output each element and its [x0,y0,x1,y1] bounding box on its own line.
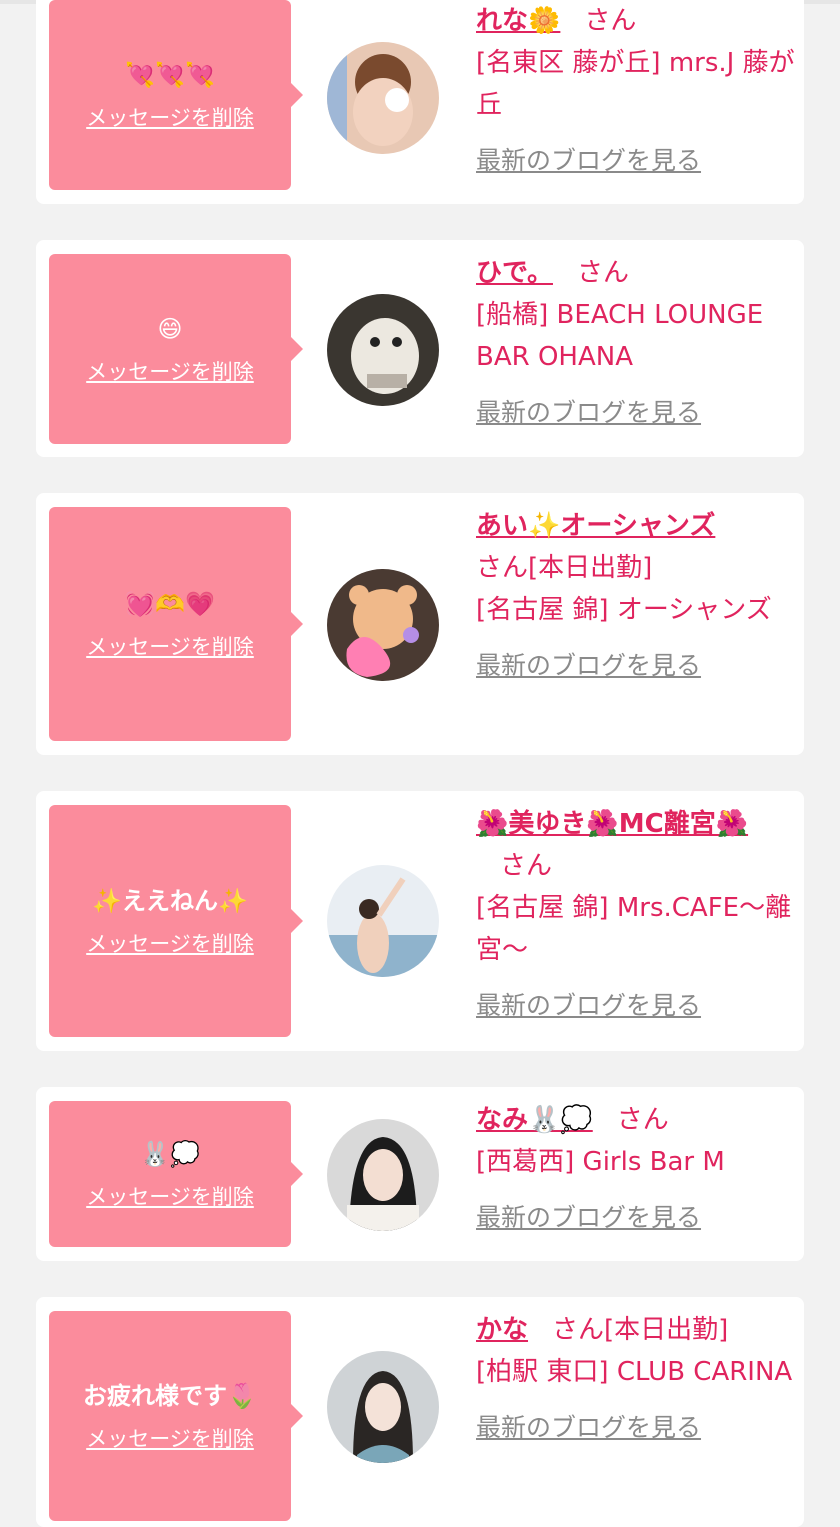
avatar[interactable] [327,865,439,977]
delete-message-link[interactable]: メッセージを削除 [86,102,254,132]
honorific: さん [584,6,637,36]
shop-text: [名古屋 錦] オーシャンズ [476,595,772,625]
shop-text: [名東区 藤が丘] mrs.J 藤が丘 [476,48,795,120]
message-text: 🐰💭 [140,1140,200,1168]
user-info: れな🌼 さん [名東区 藤が丘] mrs.J 藤が丘 最新のブログを見る [476,0,796,182]
message-card: 💘💘💘 メッセージを削除 れな🌼 さん [名東区 藤が丘] mrs.J 藤が丘 最… [36,0,804,204]
message-bubble: 😄 メッセージを削除 [49,254,303,444]
avatar[interactable] [327,294,439,406]
user-name-link[interactable]: あい✨オーシャンズ [476,511,715,541]
latest-blog-link[interactable]: 最新のブログを見る [476,645,796,687]
shop-text: [船橋] BEACH LOUNGE BAR OHANA [476,300,764,372]
status-text: [本日出勤] [528,553,653,583]
message-bubble: ✨ええねん✨ メッセージを削除 [49,805,303,1037]
delete-message-link[interactable]: メッセージを削除 [86,1181,254,1211]
message-text: ✨ええねん✨ [92,887,248,915]
latest-blog-link[interactable]: 最新のブログを見る [476,392,796,434]
message-text: 💓🫶💗 [125,590,215,618]
honorific: さん [552,1315,605,1345]
user-name-link[interactable]: れな🌼 [476,6,560,36]
honorific: さん [476,553,529,583]
delete-message-link[interactable]: メッセージを削除 [86,1423,254,1453]
status-text: [本日出勤] [604,1315,729,1345]
user-info: ひで。 さん [船橋] BEACH LOUNGE BAR OHANA 最新のブログ… [476,252,796,434]
latest-blog-link[interactable]: 最新のブログを見る [476,1407,796,1449]
avatar[interactable] [327,42,439,154]
user-name-link[interactable]: なみ🐰💭 [476,1105,593,1135]
latest-blog-link[interactable]: 最新のブログを見る [476,985,796,1027]
delete-message-link[interactable]: メッセージを削除 [86,928,254,958]
shop-text: [西葛西] Girls Bar M [476,1147,725,1177]
message-card: 💓🫶💗 メッセージを削除 あい✨オーシャンズ さん[本日出勤] [名古屋 錦] オ… [36,493,804,755]
shop-text: [柏駅 東口] CLUB CARINA [476,1357,793,1387]
user-name-link[interactable]: かな [476,1315,528,1345]
user-name-link[interactable]: 🌺美ゆき🌺MC離宮🌺 [476,809,748,839]
avatar[interactable] [327,1119,439,1231]
latest-blog-link[interactable]: 最新のブログを見る [476,140,796,182]
user-info: あい✨オーシャンズ さん[本日出勤] [名古屋 錦] オーシャンズ 最新のブログを… [476,505,796,687]
message-bubble: 🐰💭 メッセージを削除 [49,1101,303,1247]
message-bubble: お疲れ様です🌷 メッセージを削除 [49,1311,303,1521]
message-card: 🐰💭 メッセージを削除 なみ🐰💭 さん [西葛西] Girls Bar M 最新の… [36,1087,804,1261]
user-info: かな さん[本日出勤] [柏駅 東口] CLUB CARINA 最新のブログを見る [476,1309,796,1449]
message-text: 💘💘💘 [125,61,215,89]
honorific: さん [616,1105,669,1135]
delete-message-link[interactable]: メッセージを削除 [86,356,254,386]
honorific: さん [576,258,629,288]
message-bubble: 💓🫶💗 メッセージを削除 [49,507,303,741]
shop-text: [名古屋 錦] Mrs.CAFE〜離宮〜 [476,893,792,965]
avatar[interactable] [327,1351,439,1463]
avatar[interactable] [327,569,439,681]
message-text: お疲れ様です🌷 [83,1382,257,1410]
message-card: ✨ええねん✨ メッセージを削除 🌺美ゆき🌺MC離宮🌺 さん [名古屋 錦] Mrs… [36,791,804,1051]
user-info: なみ🐰💭 さん [西葛西] Girls Bar M 最新のブログを見る [476,1099,796,1239]
message-bubble: 💘💘💘 メッセージを削除 [49,0,303,190]
latest-blog-link[interactable]: 最新のブログを見る [476,1197,796,1239]
honorific: さん [500,851,553,881]
user-name-link[interactable]: ひで。 [476,258,553,288]
message-card: お疲れ様です🌷 メッセージを削除 かな さん[本日出勤] [柏駅 東口] CLUB… [36,1297,804,1527]
message-card: 😄 メッセージを削除 ひで。 さん [船橋] BEACH LOUNGE BAR O… [36,240,804,457]
user-info: 🌺美ゆき🌺MC離宮🌺 さん [名古屋 錦] Mrs.CAFE〜離宮〜 最新のブログ… [476,803,796,1027]
message-text: 😄 [157,315,183,343]
delete-message-link[interactable]: メッセージを削除 [86,631,254,661]
